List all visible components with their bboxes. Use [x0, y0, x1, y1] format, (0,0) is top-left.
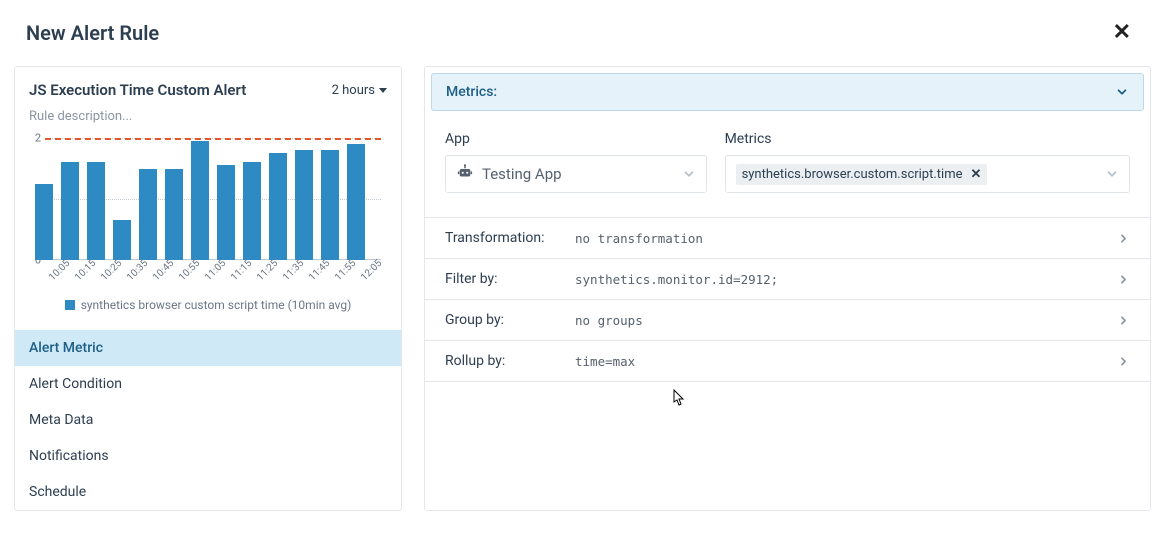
chevron-down-icon — [1115, 85, 1129, 99]
time-range-dropdown[interactable]: 2 hours — [332, 83, 387, 98]
chart-legend: synthetics browser custom script time (1… — [29, 298, 387, 312]
chart-bar — [321, 150, 339, 260]
chevron-right-icon — [1117, 273, 1130, 286]
transformation-label: Transformation: — [445, 230, 575, 246]
chart-xtick: 11:35 — [281, 263, 302, 284]
chart-xtick: 11:45 — [307, 263, 328, 284]
chart-xtick: 10:45 — [151, 263, 172, 284]
threshold-line — [45, 138, 381, 140]
chart-xtick: 11:55 — [333, 263, 354, 284]
transformation-row[interactable]: Transformation: no transformation — [425, 218, 1150, 259]
rule-description-input[interactable]: Rule description... — [29, 109, 387, 124]
chart-bar — [347, 144, 365, 260]
chart-xtick: 11:05 — [203, 263, 224, 284]
chart-xtick: 11:15 — [229, 263, 250, 284]
chart-xaxis: 10:0510:1510:2510:3510:4510:5511:0511:15… — [45, 267, 381, 278]
sidebar-item-meta-data[interactable]: Meta Data — [15, 402, 401, 438]
rollup-row[interactable]: Rollup by: time=max — [425, 341, 1150, 382]
sidebar-item-notifications[interactable]: Notifications — [15, 438, 401, 474]
app-selector-value: Testing App — [482, 165, 562, 183]
filter-row[interactable]: Filter by: synthetics.monitor.id=2912; — [425, 259, 1150, 300]
robot-icon — [456, 163, 474, 185]
chevron-down-icon — [1105, 167, 1119, 181]
chart-xtick: 10:55 — [177, 263, 198, 284]
transformation-value: no transformation — [575, 231, 703, 246]
metric-chip-remove[interactable]: ✕ — [971, 167, 982, 182]
chart-bar — [113, 220, 131, 260]
filter-label: Filter by: — [445, 271, 575, 287]
sidebar-item-alert-condition[interactable]: Alert Condition — [15, 366, 401, 402]
legend-label: synthetics browser custom script time (1… — [81, 298, 352, 312]
rollup-label: Rollup by: — [445, 353, 575, 369]
chevron-right-icon — [1117, 232, 1130, 245]
chart-bar — [243, 162, 261, 260]
chart-xtick: 12:05 — [359, 263, 380, 284]
chart-bar — [35, 184, 53, 260]
sidebar-item-schedule[interactable]: Schedule — [15, 474, 401, 510]
chart-xtick: 10:15 — [73, 263, 94, 284]
sidebar-nav: Alert MetricAlert ConditionMeta DataNoti… — [15, 330, 401, 510]
metric-chip: synthetics.browser.custom.script.time ✕ — [736, 164, 988, 185]
sidebar-item-alert-metric[interactable]: Alert Metric — [15, 330, 401, 366]
chart-bar — [217, 165, 235, 260]
chart-bars — [33, 138, 381, 260]
filter-value: synthetics.monitor.id=2912; — [575, 272, 778, 287]
alert-title: JS Execution Time Custom Alert — [29, 81, 246, 99]
chart-bar — [191, 141, 209, 260]
metrics-section-title: Metrics: — [446, 84, 497, 100]
app-selector[interactable]: Testing App — [445, 155, 707, 193]
chevron-down-icon — [682, 167, 696, 181]
caret-down-icon — [379, 88, 387, 93]
chart-bar — [295, 150, 313, 260]
chevron-right-icon — [1117, 355, 1130, 368]
group-value: no groups — [575, 313, 643, 328]
metrics-section-header[interactable]: Metrics: — [431, 73, 1144, 111]
chart-xtick: 10:25 — [99, 263, 120, 284]
page-title: New Alert Rule — [26, 21, 159, 45]
chart: 012 10:0510:1510:2510:3510:4510:5511:051… — [15, 138, 401, 312]
chart-bar — [269, 153, 287, 260]
chart-xtick: 10:35 — [125, 263, 146, 284]
metrics-selector-label: Metrics — [725, 131, 1130, 147]
legend-swatch — [65, 300, 75, 310]
chart-bar — [165, 169, 183, 261]
close-button[interactable]: ✕ — [1105, 18, 1139, 48]
app-selector-label: App — [445, 131, 707, 147]
chevron-right-icon — [1117, 314, 1130, 327]
metric-chip-label: synthetics.browser.custom.script.time — [742, 167, 963, 182]
chart-bar — [87, 162, 105, 260]
chart-bar — [61, 162, 79, 260]
chart-xtick: 11:25 — [255, 263, 276, 284]
rollup-value: time=max — [575, 354, 635, 369]
group-row[interactable]: Group by: no groups — [425, 300, 1150, 341]
chart-xtick: 10:05 — [47, 263, 68, 284]
right-panel: Metrics: App Testing App Metric — [424, 66, 1151, 511]
left-panel: JS Execution Time Custom Alert 2 hours R… — [14, 66, 402, 511]
time-range-label: 2 hours — [332, 83, 375, 98]
group-label: Group by: — [445, 312, 575, 328]
chart-bar — [139, 169, 157, 261]
metrics-selector[interactable]: synthetics.browser.custom.script.time ✕ — [725, 155, 1130, 193]
